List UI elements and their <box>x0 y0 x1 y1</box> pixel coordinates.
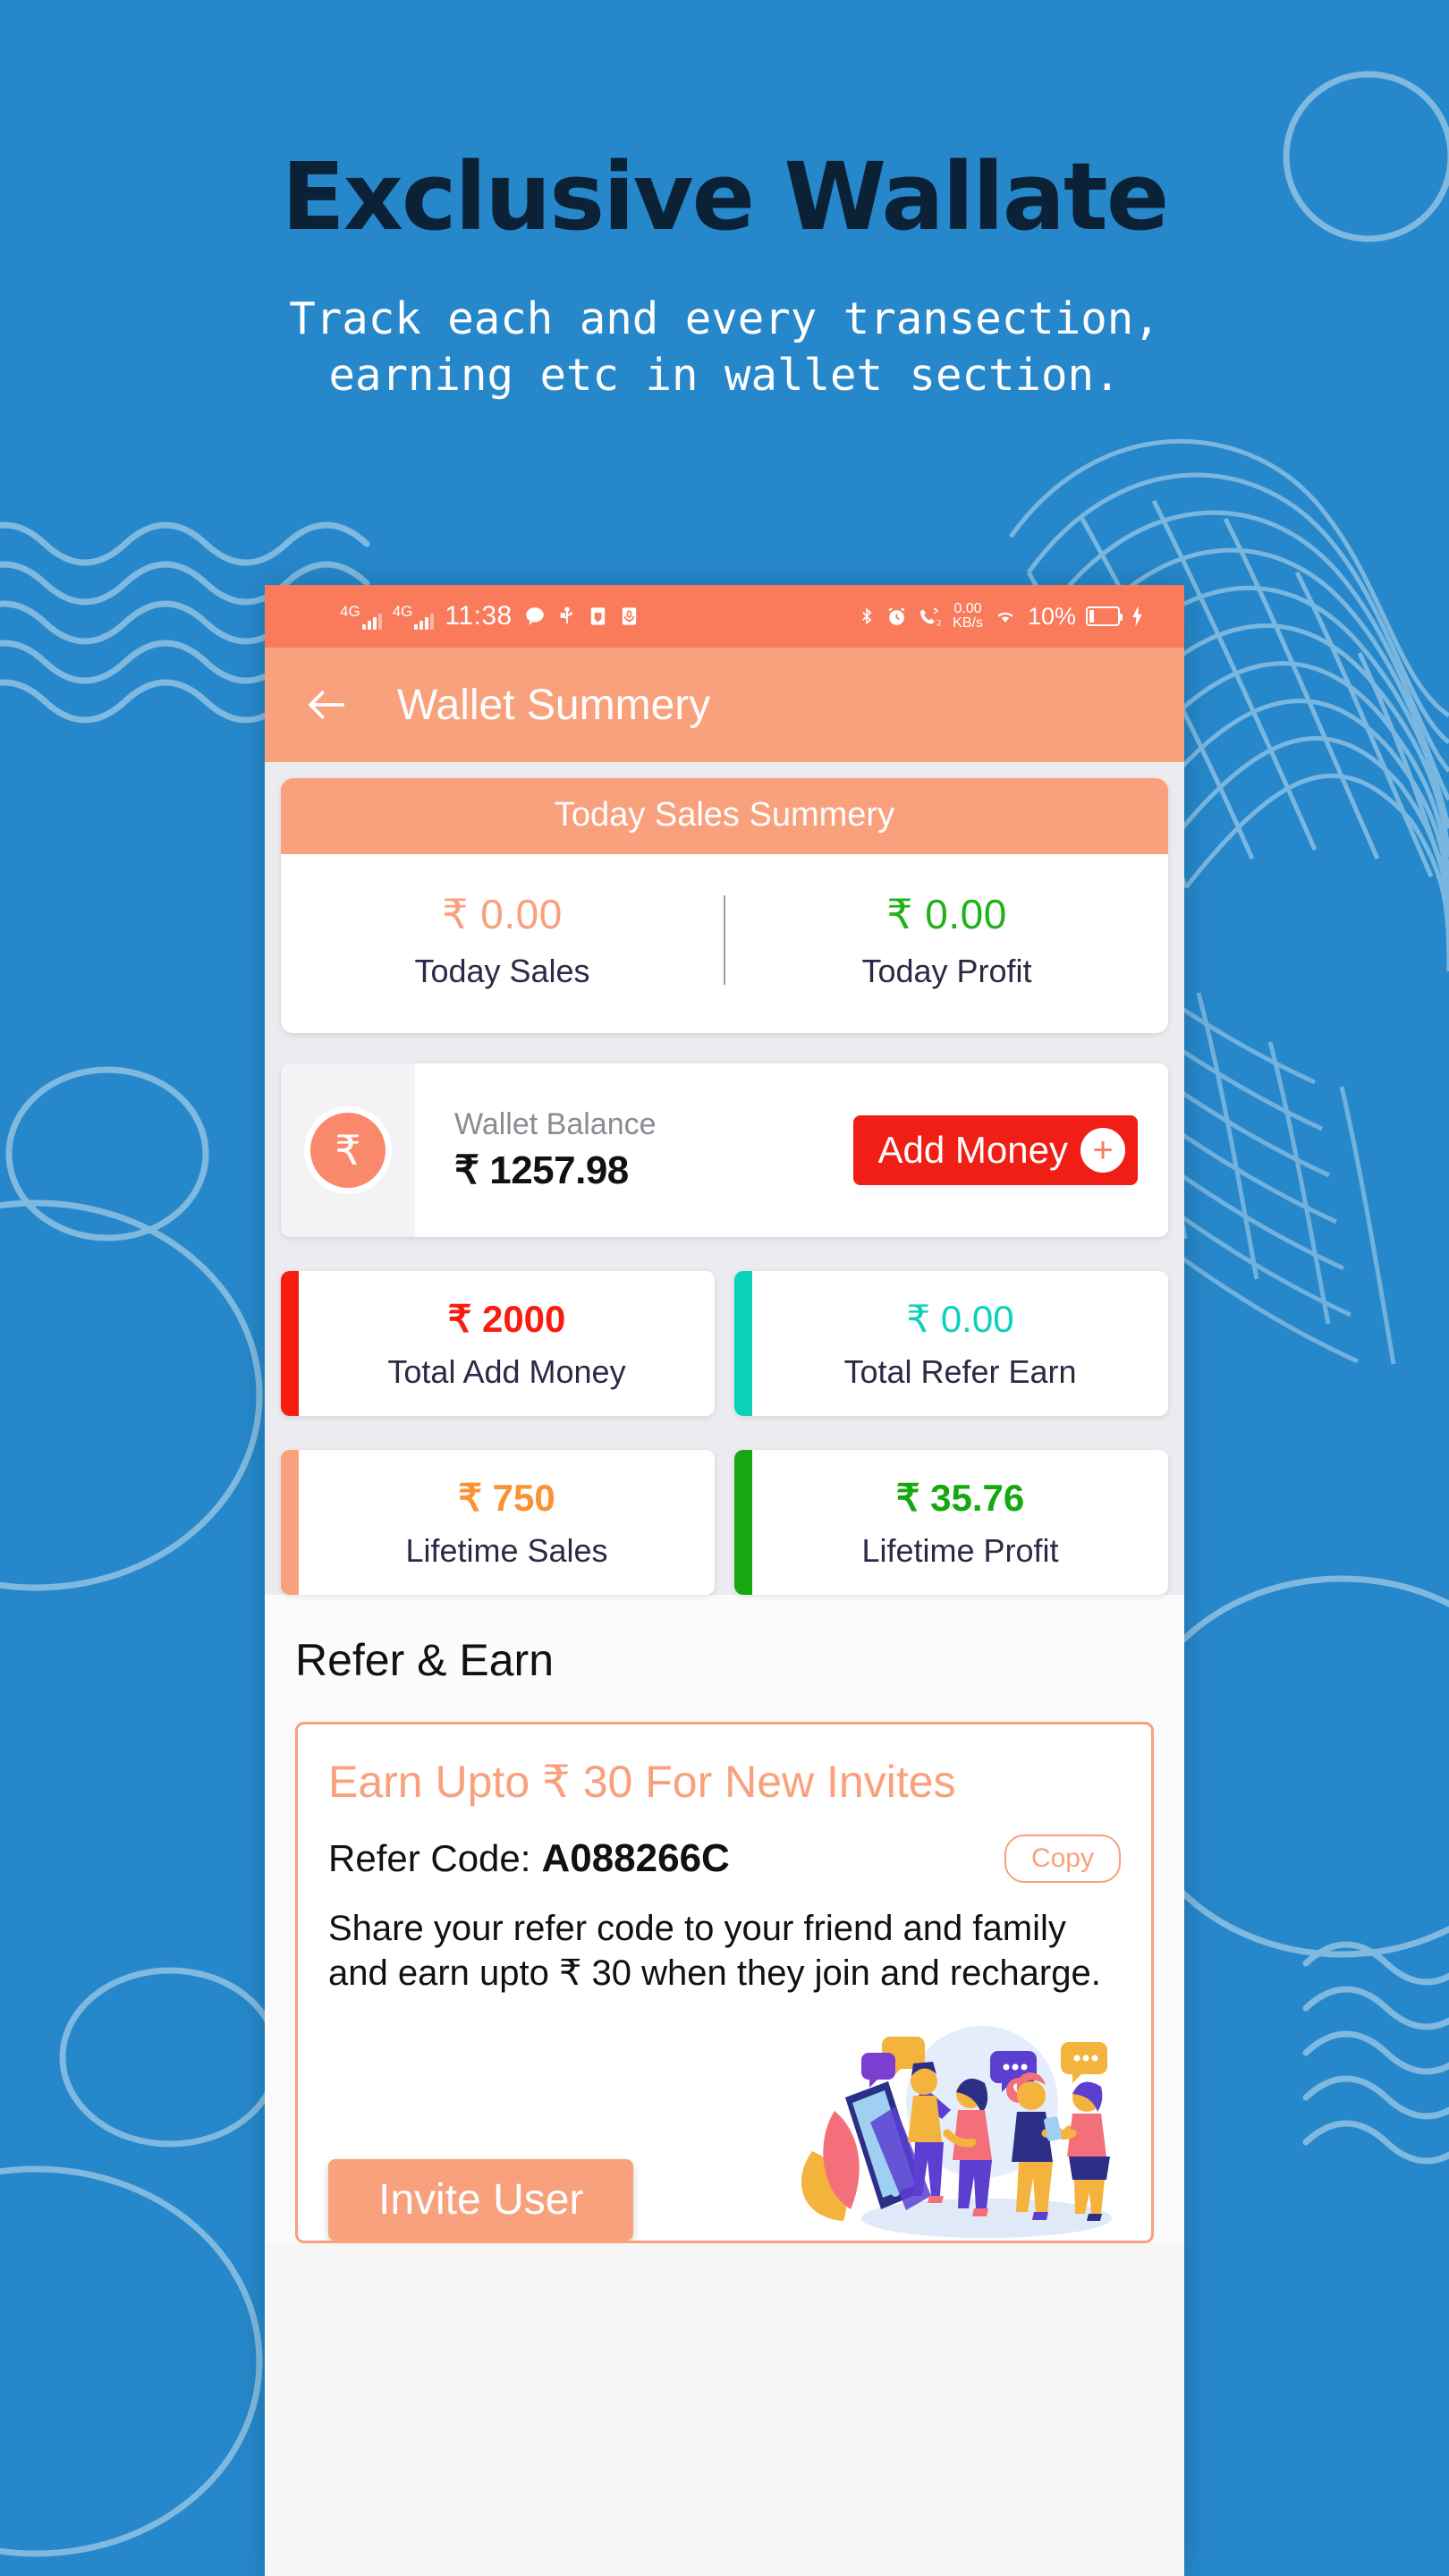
status-bar: 4G 4G 11:38 2 0.00 KB/s 10% <box>265 585 1184 648</box>
today-sales-label: Today Sales <box>414 953 590 989</box>
stat-card-lifetime-sales[interactable]: ₹ 750 Lifetime Sales <box>281 1450 715 1595</box>
copy-button[interactable]: Copy <box>1004 1835 1121 1883</box>
deco-circle-left-1 <box>5 1066 209 1241</box>
app-bar: Wallet Summery <box>265 648 1184 762</box>
refer-code-row: Refer Code: A088266C Copy <box>328 1835 1121 1883</box>
battery-percent: 10% <box>1027 602 1076 630</box>
stat-accent-bar <box>281 1271 299 1416</box>
deco-circle-left-4 <box>0 2165 263 2557</box>
wallet-icon-area: ₹ <box>281 1063 415 1237</box>
usb-icon <box>557 605 577 628</box>
total-refer-earn-amount: ₹ 0.00 <box>906 1297 1014 1340</box>
network-4g-sim1-icon: 4G <box>340 604 382 630</box>
today-sales-column: ₹ 0.00 Today Sales <box>281 890 724 990</box>
phone-mockup: 4G 4G 11:38 2 0.00 KB/s 10% Wallet Summe… <box>265 585 1184 2576</box>
wifi-icon <box>993 606 1018 627</box>
promo-header: Exclusive Wallate Track each and every t… <box>0 0 1449 403</box>
refer-description: Share your refer code to your friend and… <box>328 1909 1101 1993</box>
today-sales-header: Today Sales Summery <box>281 778 1168 854</box>
plus-icon: + <box>1080 1128 1125 1173</box>
call-sim2-icon: 2 <box>918 606 943 628</box>
deco-circle-left-2 <box>0 1199 263 1591</box>
promo-subtitle-line-2: earning etc in wallet section. <box>328 349 1121 401</box>
add-money-button[interactable]: Add Money + <box>852 1115 1138 1185</box>
lifetime-profit-label: Lifetime Profit <box>861 1531 1059 1569</box>
deco-circle-left-3 <box>59 1967 281 2148</box>
screen-body: Today Sales Summery ₹ 0.00 Today Sales ₹… <box>265 762 1184 1595</box>
stats-row-2: ₹ 750 Lifetime Sales ₹ 35.76 Lifetime Pr… <box>281 1450 1168 1595</box>
message-icon <box>523 605 547 628</box>
lifetime-sales-label: Lifetime Sales <box>405 1531 608 1569</box>
mic-icon <box>619 605 640 628</box>
network-4g-sim2-icon: 4G <box>393 604 435 630</box>
refer-headline: Earn Upto ₹ 30 For New Invites <box>328 1757 956 1807</box>
charging-bolt-icon <box>1130 605 1145 628</box>
total-refer-earn-label: Total Refer Earn <box>843 1352 1077 1390</box>
add-money-label: Add Money <box>877 1129 1068 1171</box>
deco-waves-right <box>1302 1941 1449 2165</box>
people-sharing-illustration <box>781 2017 1121 2241</box>
battery-icon <box>1086 606 1123 626</box>
wallet-balance-text-area: Wallet Balance ₹ 1257.98 <box>415 1063 853 1237</box>
data-rate-indicator: 0.00 KB/s <box>953 601 983 631</box>
promo-subtitle: Track each and every transection, earnin… <box>0 292 1449 403</box>
sim-icon <box>588 605 608 628</box>
stat-card-lifetime-profit[interactable]: ₹ 35.76 Lifetime Profit <box>734 1450 1168 1595</box>
refer-code-label: Refer Code: <box>328 1837 531 1879</box>
today-sales-amount: ₹ 0.00 <box>442 891 563 937</box>
refer-code-value: A088266C <box>541 1836 730 1880</box>
refer-bottom-row: Invite User <box>328 2017 1121 2241</box>
refer-and-earn-section: Refer & Earn Earn Upto ₹ 30 For New Invi… <box>265 1595 1184 2243</box>
promo-title: Exclusive Wallate <box>281 142 1169 251</box>
stat-accent-bar <box>281 1450 299 1595</box>
invite-user-button[interactable]: Invite User <box>328 2159 634 2241</box>
promo-subtitle-line-1: Track each and every transection, <box>289 293 1160 344</box>
today-sales-summary-card: Today Sales Summery ₹ 0.00 Today Sales ₹… <box>281 778 1168 1033</box>
wallet-balance-label: Wallet Balance <box>454 1107 657 1141</box>
wallet-balance-amount: ₹ 1257.98 <box>454 1148 629 1192</box>
stat-card-total-refer-earn[interactable]: ₹ 0.00 Total Refer Earn <box>734 1271 1168 1416</box>
refer-and-earn-box: Earn Upto ₹ 30 For New Invites Refer Cod… <box>295 1722 1154 2243</box>
total-add-money-label: Total Add Money <box>387 1352 626 1390</box>
today-profit-column: ₹ 0.00 Today Profit <box>725 890 1168 990</box>
stat-card-total-add-money[interactable]: ₹ 2000 Total Add Money <box>281 1271 715 1416</box>
wallet-balance-card: ₹ Wallet Balance ₹ 1257.98 Add Money + <box>281 1063 1168 1237</box>
page-title: Wallet Summery <box>397 681 711 729</box>
bluetooth-icon <box>858 605 876 628</box>
refer-and-earn-title: Refer & Earn <box>295 1635 555 1685</box>
lifetime-profit-amount: ₹ 35.76 <box>895 1476 1025 1519</box>
total-add-money-amount: ₹ 2000 <box>447 1297 566 1340</box>
back-arrow-icon[interactable] <box>302 681 351 729</box>
status-time: 11:38 <box>445 601 513 631</box>
alarm-icon <box>886 606 908 628</box>
rupee-icon: ₹ <box>310 1113 386 1188</box>
svg-text:2: 2 <box>936 619 942 628</box>
today-profit-label: Today Profit <box>861 953 1032 989</box>
today-profit-amount: ₹ 0.00 <box>886 891 1007 937</box>
stat-accent-bar <box>734 1271 752 1416</box>
stats-row-1: ₹ 2000 Total Add Money ₹ 0.00 Total Refe… <box>281 1271 1168 1416</box>
stat-accent-bar <box>734 1450 752 1595</box>
lifetime-sales-amount: ₹ 750 <box>458 1476 555 1519</box>
